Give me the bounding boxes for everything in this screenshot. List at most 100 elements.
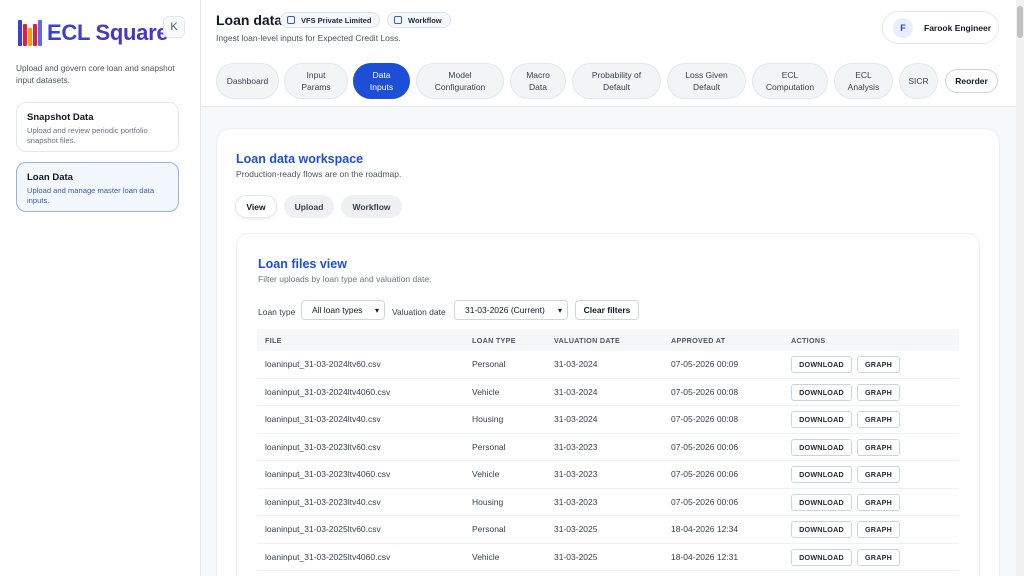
tab-model-configuration[interactable]: Model Configuration [416, 63, 504, 99]
valuation-date-cell: 31-03-2023 [554, 496, 598, 507]
download-button[interactable]: DOWNLOAD [791, 383, 852, 401]
loan-files-subtitle: Filter uploads by loan type and valuatio… [258, 274, 432, 284]
loan-type-cell: Personal [472, 441, 506, 452]
loan-type-cell: Housing [472, 496, 504, 507]
loan-type-cell: Personal [472, 359, 506, 369]
download-button[interactable]: DOWNLOAD [791, 356, 852, 373]
sidebar: ECL Square K Upload and govern core loan… [0, 0, 201, 576]
chevron-down-icon: ▾ [557, 306, 562, 315]
sidebar-item-snapshot-data[interactable]: Snapshot Data Upload and review periodic… [16, 102, 179, 152]
column-header-loan-type: LOAN TYPE [472, 336, 516, 345]
approved-at-cell: 07-05-2026 00:06 [671, 469, 739, 479]
file-cell: loaninput_31-03-2024ltv4060.csv [265, 386, 391, 397]
table-row: loaninput_31-03-2023ltv60.csv Personal 31-… [257, 434, 959, 461]
download-button[interactable]: DOWNLOAD [791, 521, 852, 538]
sidebar-item-title: Snapshot Data [27, 112, 94, 123]
page-title: Loan data [216, 12, 283, 28]
approved-at-cell: 18-04-2026 12:34 [671, 524, 739, 534]
upload-mode-button[interactable]: Upload [284, 195, 334, 218]
collapse-sidebar-button[interactable]: K [163, 16, 185, 38]
file-cell: loaninput_31-03-2023ltv40.csv [265, 496, 381, 507]
file-cell: loaninput_31-03-2025ltv4060.csv [265, 551, 391, 562]
view-mode-button[interactable]: View [235, 195, 277, 218]
building-icon [287, 16, 295, 24]
loan-type-select[interactable]: All loan types ▾ [301, 300, 385, 320]
column-header-approved-at: APPROVED AT [671, 336, 726, 345]
approved-at-cell: 07-05-2026 00:06 [671, 496, 739, 507]
sidebar-description: Upload and govern core loan and snapshot… [16, 63, 175, 85]
loan-type-cell: Personal [472, 524, 506, 534]
download-button[interactable]: DOWNLOAD [791, 438, 852, 456]
user-menu-button[interactable]: F Farook Engineer [882, 11, 999, 44]
download-button[interactable]: DOWNLOAD [791, 466, 852, 483]
table-row: loaninput_31-03-2024ltv40.csv Housing 31-0… [257, 406, 959, 434]
tab-macro-data[interactable]: Macro Data [510, 63, 566, 99]
valuation-date-cell: 31-03-2023 [554, 441, 598, 452]
tab-probability-of-default[interactable]: Probability of Default [572, 63, 661, 99]
workspace-title: Loan data workspace [236, 152, 364, 166]
table-row: loaninput_31-03-2025ltv4060.csv Vehicle 31… [257, 544, 959, 571]
graph-button[interactable]: GRAPH [857, 548, 900, 566]
approved-at-cell: 07-05-2026 00:09 [671, 359, 739, 369]
workflow-chip[interactable]: Workflow [387, 12, 451, 28]
avatar: F [893, 17, 913, 38]
sidebar-item-desc: Upload and manage master loan data input… [27, 186, 155, 205]
loan-type-label: Loan type [258, 307, 296, 317]
workflow-mode-button[interactable]: Workflow [341, 195, 402, 218]
tab-data-inputs[interactable]: Data Inputs [353, 63, 410, 99]
page-subtitle: Ingest loan-level inputs for Expected Cr… [216, 33, 401, 43]
approved-at-cell: 07-05-2026 00:08 [671, 414, 739, 424]
loan-files-view: Loan files view Filter uploads by loan t… [236, 233, 980, 576]
valuation-date-cell: 31-03-2024 [554, 414, 598, 424]
tab-ecl-computation[interactable]: ECL Computation [752, 63, 828, 99]
tab-sicr[interactable]: SICR [899, 63, 938, 99]
graph-button[interactable]: GRAPH [857, 466, 900, 483]
graph-button[interactable]: GRAPH [857, 383, 900, 401]
download-button[interactable]: DOWNLOAD [791, 411, 852, 428]
chevron-down-icon: ▾ [374, 306, 379, 315]
tab-ecl-analysis[interactable]: ECL Analysis [834, 63, 893, 99]
logo-icon [18, 20, 44, 46]
file-cell: loaninput_31-03-2024ltv40.csv [265, 414, 381, 424]
loan-type-cell: Vehicle [472, 386, 500, 397]
file-cell: loaninput_31-03-2023ltv4060.csv [265, 469, 391, 479]
graph-button[interactable]: GRAPH [857, 521, 900, 538]
valuation-date-select[interactable]: 31-03-2026 (Current) ▾ [454, 300, 568, 320]
logo[interactable]: ECL Square [18, 20, 169, 46]
scrollbar-thumb[interactable] [1017, 6, 1023, 38]
company-chip-label: VFS Private Limited [301, 15, 372, 25]
valuation-date-value: 31-03-2026 (Current) [465, 305, 545, 315]
loan-type-cell: Vehicle [472, 551, 500, 562]
tab-dashboard[interactable]: Dashboard [216, 63, 279, 99]
loan-type-cell: Housing [472, 414, 504, 424]
workflow-chip-label: Workflow [408, 15, 442, 25]
company-chip[interactable]: VFS Private Limited [280, 12, 381, 28]
file-cell: loaninput_31-03-2024ltv60.csv [265, 359, 381, 369]
graph-button[interactable]: GRAPH [857, 438, 900, 456]
clear-filters-button[interactable]: Clear filters [575, 300, 639, 320]
table-row: loaninput_31-03-2023ltv40.csv Housing 31-0… [257, 489, 959, 516]
valuation-date-cell: 31-03-2024 [554, 359, 598, 369]
column-header-actions: ACTIONS [791, 336, 826, 345]
file-cell: loaninput_31-03-2023ltv60.csv [265, 441, 381, 452]
download-button[interactable]: DOWNLOAD [791, 493, 852, 511]
valuation-date-cell: 31-03-2025 [554, 524, 598, 534]
approved-at-cell: 07-05-2026 00:08 [671, 386, 739, 397]
sidebar-item-loan-data[interactable]: Loan Data Upload and manage master loan … [16, 162, 179, 212]
graph-button[interactable]: GRAPH [857, 356, 900, 373]
graph-button[interactable]: GRAPH [857, 493, 900, 511]
table-header: FILE LOAN TYPE VALUATION DATE APPROVED A… [257, 329, 959, 351]
approved-at-cell: 18-04-2026 12:31 [671, 551, 739, 562]
reorder-button[interactable]: Reorder [945, 69, 998, 93]
tab-input-params[interactable]: Input Params [284, 63, 348, 99]
column-header-file: FILE [265, 336, 282, 345]
loan-type-cell: Vehicle [472, 469, 500, 479]
loan-type-value: All loan types [312, 305, 363, 315]
table-row: loaninput_31-03-2024ltv4060.csv Vehicle 31… [257, 379, 959, 406]
user-name: Farook Engineer [924, 22, 992, 33]
tab-loss-given-default[interactable]: Loss Given Default [667, 63, 746, 99]
table-row: loaninput_31-03-2023ltv4060.csv Vehicle 31… [257, 461, 959, 489]
page-scrollbar[interactable] [1016, 0, 1024, 576]
download-button[interactable]: DOWNLOAD [791, 548, 852, 566]
graph-button[interactable]: GRAPH [857, 411, 900, 428]
